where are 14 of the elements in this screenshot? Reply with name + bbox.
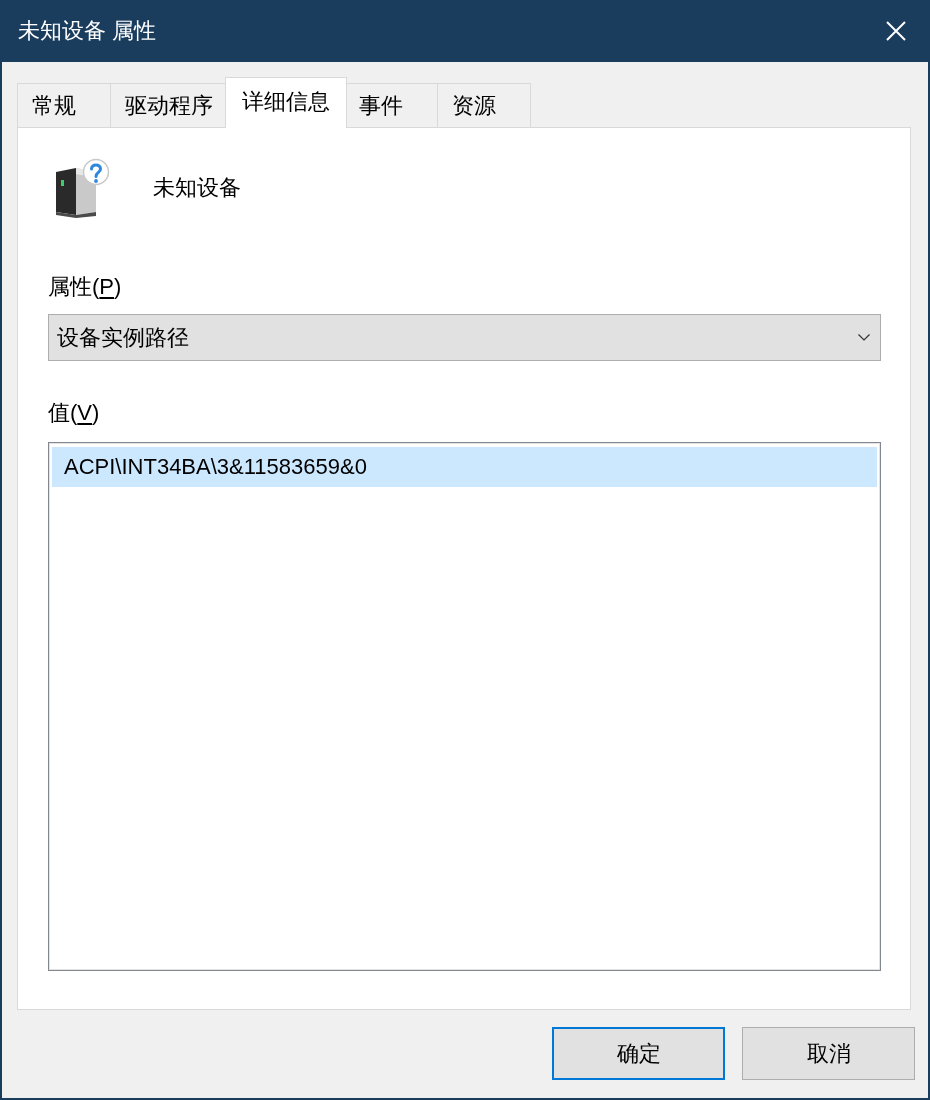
- close-icon: [886, 21, 906, 41]
- tab[interactable]: 资源: [437, 83, 531, 128]
- value-list[interactable]: ACPI\INT34BA\3&11583659&0: [48, 442, 881, 971]
- device-name: 未知设备: [153, 174, 241, 202]
- tab[interactable]: 详细信息: [225, 77, 347, 128]
- property-dropdown[interactable]: 设备实例路径: [48, 314, 881, 361]
- window-title: 未知设备 属性: [18, 17, 157, 45]
- tab[interactable]: 常规: [17, 83, 111, 128]
- property-label: 属性(P): [48, 273, 122, 301]
- chevron-down-icon: [858, 334, 870, 341]
- ok-button[interactable]: 确定: [552, 1027, 725, 1080]
- value-label: 值(V): [48, 399, 100, 427]
- cancel-button[interactable]: 取消: [742, 1027, 915, 1080]
- value-list-item[interactable]: ACPI\INT34BA\3&11583659&0: [52, 447, 877, 487]
